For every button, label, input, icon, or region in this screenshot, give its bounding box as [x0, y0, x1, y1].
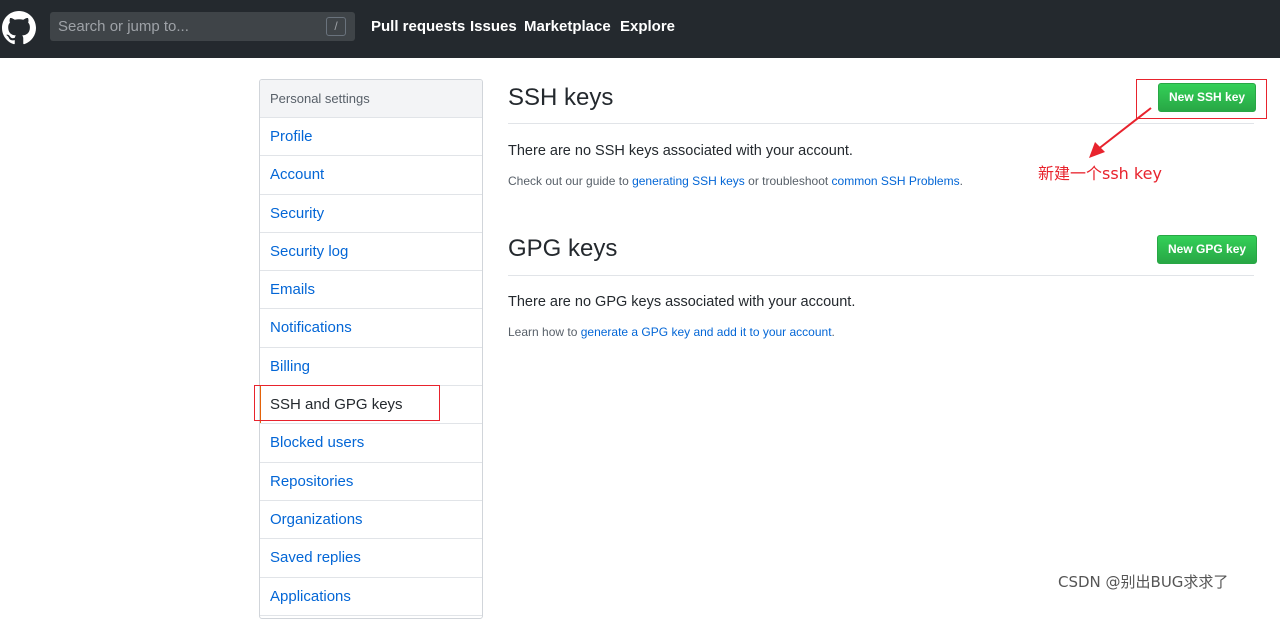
- gpg-divider: [508, 275, 1254, 276]
- sidebar-item-repositories[interactable]: Repositories: [260, 463, 482, 501]
- gpg-keys-title: GPG keys: [508, 235, 618, 262]
- settings-sidebar: Personal settings Profile Account Securi…: [259, 79, 483, 619]
- gpg-note-suffix: .: [831, 325, 835, 339]
- ssh-note-middle: or troubleshoot: [744, 174, 832, 188]
- sidebar-item-organizations[interactable]: Organizations: [260, 501, 482, 540]
- gpg-note-prefix: Learn how to: [508, 325, 581, 339]
- sidebar-item-security[interactable]: Security: [260, 195, 482, 233]
- annotation-arrow-icon: [1089, 107, 1152, 158]
- ssh-note-suffix: .: [959, 174, 963, 188]
- new-gpg-key-button[interactable]: New GPG key: [1157, 235, 1258, 264]
- github-logo-icon[interactable]: [2, 11, 36, 45]
- generating-ssh-keys-link[interactable]: generating SSH keys: [632, 174, 745, 188]
- ssh-keys-title: SSH keys: [508, 84, 614, 111]
- top-header: / Pull requests Issues Marketplace Explo…: [0, 0, 1280, 58]
- sidebar-item-saved-replies[interactable]: Saved replies: [260, 539, 482, 578]
- nav-issues[interactable]: Issues: [470, 17, 517, 37]
- nav-explore[interactable]: Explore: [620, 17, 675, 37]
- search-shortcut-badge: /: [326, 17, 346, 36]
- generate-gpg-key-link[interactable]: generate a GPG key and add it to your ac…: [581, 325, 832, 339]
- gpg-guide-note: Learn how to generate a GPG key and add …: [508, 325, 835, 339]
- nav-marketplace[interactable]: Marketplace: [524, 17, 611, 37]
- sidebar-item-security-log[interactable]: Security log: [260, 233, 482, 272]
- sidebar-item-billing[interactable]: Billing: [260, 348, 482, 387]
- highlight-box-new-ssh-key: [1136, 79, 1267, 119]
- sidebar-item-applications[interactable]: Applications: [260, 578, 482, 616]
- common-ssh-problems-link[interactable]: common SSH Problems: [832, 174, 960, 188]
- ssh-guide-note: Check out our guide to generating SSH ke…: [508, 174, 963, 188]
- sidebar-item-notifications[interactable]: Notifications: [260, 309, 482, 348]
- ssh-note-prefix: Check out our guide to: [508, 174, 633, 188]
- nav-pull-requests[interactable]: Pull requests: [371, 17, 465, 37]
- highlight-box-ssh-gpg: [254, 385, 440, 421]
- gpg-empty-message: There are no GPG keys associated with yo…: [508, 294, 856, 310]
- search-box: [50, 12, 355, 41]
- sidebar-item-emails[interactable]: Emails: [260, 271, 482, 310]
- search-input[interactable]: [50, 12, 320, 41]
- ssh-empty-message: There are no SSH keys associated with yo…: [508, 143, 853, 159]
- watermark-text: CSDN @别出BUG求求了: [1058, 573, 1229, 591]
- sidebar-heading: Personal settings: [260, 80, 482, 118]
- sidebar-item-profile[interactable]: Profile: [260, 118, 482, 157]
- annotation-label: 新建一个ssh key: [1038, 164, 1162, 183]
- sidebar-item-account[interactable]: Account: [260, 156, 482, 195]
- sidebar-item-blocked-users[interactable]: Blocked users: [260, 424, 482, 463]
